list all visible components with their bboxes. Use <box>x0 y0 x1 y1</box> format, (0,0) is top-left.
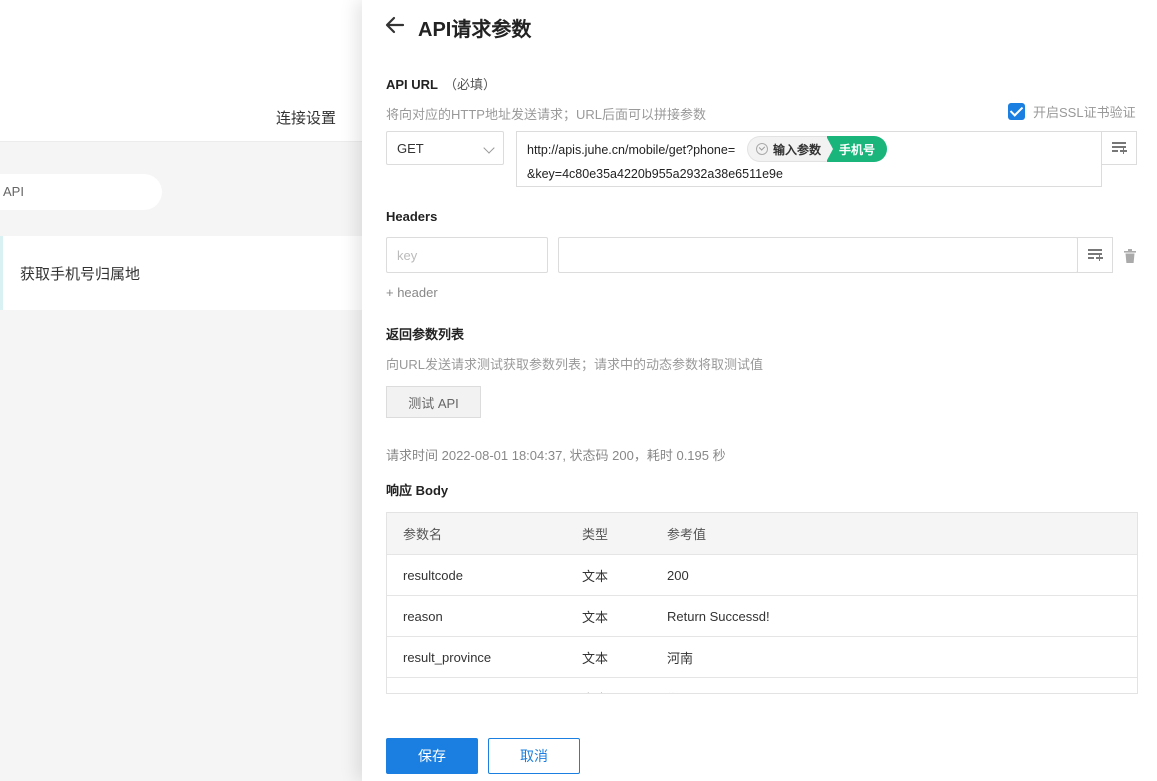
cell-type: 文本 <box>582 568 609 584</box>
cell-type: 文本 <box>582 609 609 625</box>
cell-type: 文本 <box>582 650 609 666</box>
api-url-label: API URL （必填） <box>386 74 496 93</box>
insert-param-icon <box>756 143 768 155</box>
add-header-link[interactable]: + header <box>386 285 438 300</box>
cell-value: 200 <box>667 567 689 583</box>
ssl-verify-checkbox[interactable]: 开启SSL证书验证 <box>1008 102 1136 121</box>
header-insert-param-button[interactable] <box>1077 237 1113 273</box>
cell-value: Return Successd! <box>667 608 770 624</box>
dynamic-param-chip[interactable]: 输入参数 手机号 <box>747 136 888 162</box>
table-row: result_province 文本 河南 <box>387 637 1137 678</box>
api-url-label-text: API URL <box>386 77 438 92</box>
table-row: result_city 文本 郑州 <box>387 678 1137 694</box>
list-item-label: 获取手机号归属地 <box>20 266 141 283</box>
cell-param-name: resultcode <box>403 567 463 583</box>
response-table: 参数名 类型 参考值 resultcode 文本 200 reason 文本 R… <box>386 512 1138 694</box>
back-arrow-icon[interactable] <box>384 14 406 36</box>
table-header: 参数名 类型 参考值 <box>387 513 1137 555</box>
drawer-title: API请求参数 <box>418 19 532 41</box>
api-request-drawer: API请求参数 API URL （必填） 将向对应的HTTP地址发送请求；URL后… <box>362 0 1157 781</box>
cell-param-name: reason <box>403 608 443 624</box>
save-button[interactable]: 保存 <box>386 738 478 774</box>
chip-value: 手机号 <box>826 136 888 162</box>
api-url-hint: 将向对应的HTTP地址发送请求；URL后面可以拼接参数 <box>386 107 706 122</box>
response-body-label: 响应 Body <box>386 483 449 498</box>
url-insert-param-button[interactable] <box>1101 131 1137 165</box>
cell-value: 河南 <box>667 650 694 666</box>
list-item-api[interactable]: 获取手机号归属地 <box>0 236 362 310</box>
background-search-input[interactable]: API <box>0 174 162 210</box>
header-key-input[interactable] <box>386 237 548 273</box>
required-mark: （必填） <box>444 77 497 92</box>
cell-type: 文本 <box>582 689 667 694</box>
chip-source-label: 输入参数 <box>773 142 822 157</box>
return-params-hint: 向URL发送请求测试获取参数列表；请求中的动态参数将取测试值 <box>386 357 764 372</box>
cell-param-name: result_province <box>403 649 492 665</box>
column-header: 类型 <box>582 527 609 542</box>
test-api-button[interactable]: 测试 API <box>386 386 481 418</box>
table-row: resultcode 文本 200 <box>387 555 1137 596</box>
url-text-part1: http://apis.juhe.cn/mobile/get?phone= <box>527 143 736 157</box>
list-add-icon <box>1111 142 1127 154</box>
cell-param-name: result_city <box>387 691 582 694</box>
header-value-input[interactable] <box>558 237 1078 273</box>
table-row: reason 文本 Return Successd! <box>387 596 1137 637</box>
headers-label: Headers <box>386 209 438 224</box>
ssl-verify-label: 开启SSL证书验证 <box>1033 105 1136 120</box>
chevron-down-icon <box>483 142 495 154</box>
list-add-icon <box>1087 249 1103 261</box>
trash-icon[interactable] <box>1124 249 1136 263</box>
http-method-select[interactable]: GET <box>386 131 504 165</box>
checkbox-checked-icon[interactable] <box>1008 103 1025 120</box>
background-search-text: API <box>3 184 24 199</box>
column-header: 参数名 <box>403 527 443 542</box>
column-header: 参考值 <box>667 527 707 542</box>
chip-source: 输入参数 <box>747 136 828 162</box>
api-url-input[interactable]: http://apis.juhe.cn/mobile/get?phone= 输入… <box>516 131 1102 187</box>
http-method-value: GET <box>397 141 424 156</box>
cell-value: 郑州 <box>667 689 1137 694</box>
return-params-label: 返回参数列表 <box>386 327 465 342</box>
tab-connection-settings[interactable]: 连接设置 <box>276 107 336 128</box>
request-status-text: 请求时间 2022-08-01 18:04:37, 状态码 200，耗时 0.1… <box>386 448 726 463</box>
cancel-button[interactable]: 取消 <box>488 738 580 774</box>
url-text-part2: &key=4c80e35a4220b955a2932a38e6511e9e <box>527 167 783 181</box>
